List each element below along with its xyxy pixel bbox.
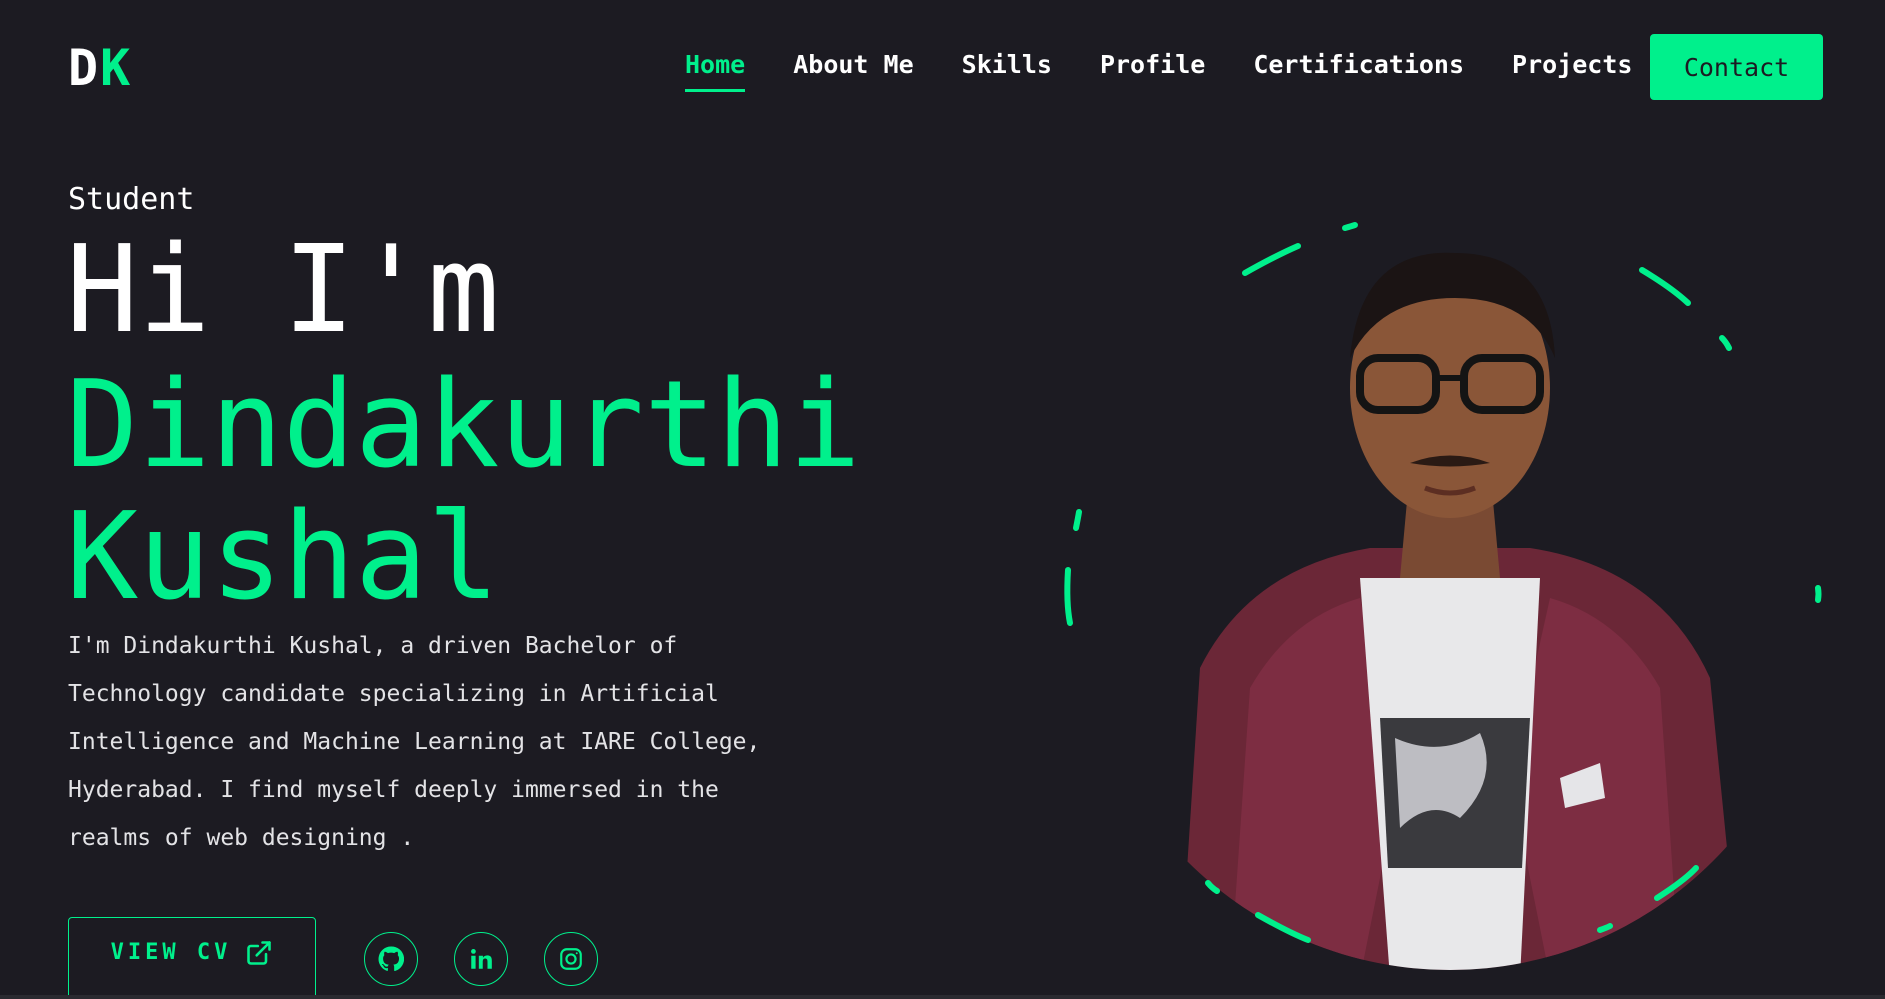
instagram-link[interactable] <box>544 932 598 986</box>
view-cv-label: VIEW CV <box>110 940 232 965</box>
profile-photo-illustration <box>1064 222 1822 970</box>
hero-name-line1: Dindakurthi <box>66 356 861 495</box>
github-link[interactable] <box>364 932 418 986</box>
instagram-icon <box>560 948 582 970</box>
hero-subtitle: Student <box>68 182 195 217</box>
nav-profile[interactable]: Profile <box>1100 48 1205 82</box>
linkedin-link[interactable] <box>454 932 508 986</box>
site-logo[interactable]: DK <box>68 40 132 96</box>
github-icon <box>378 946 404 971</box>
hero-bio: I'm Dindakurthi Kushal, a driven Bachelo… <box>68 633 761 851</box>
nav-home[interactable]: Home <box>685 48 746 92</box>
main-nav: Home About Me Skills Profile Certificati… <box>685 48 1680 92</box>
nav-skills[interactable]: Skills <box>962 48 1052 82</box>
profile-photo <box>1180 252 1740 970</box>
contact-button[interactable]: Contact <box>1650 34 1823 100</box>
nav-about-me[interactable]: About Me <box>793 48 913 82</box>
portfolio-page: DK Home About Me Skills Profile Certific… <box>0 0 1885 999</box>
logo-letter-d: D <box>68 39 101 97</box>
logo-letter-k: K <box>100 39 133 97</box>
nav-certifications[interactable]: Certifications <box>1253 48 1464 82</box>
linkedin-icon <box>471 949 492 969</box>
nav-projects[interactable]: Projects <box>1512 48 1632 82</box>
page-bottom-divider <box>0 995 1885 999</box>
hero-name-line2: Kushal <box>66 488 500 627</box>
profile-photo-container <box>1060 218 1840 978</box>
hero-name: Dindakurthi Kushal <box>66 360 966 624</box>
hero-greeting: Hi I'm <box>66 221 500 360</box>
view-cv-button[interactable]: VIEW CV <box>68 917 316 999</box>
external-link-icon <box>247 940 272 965</box>
